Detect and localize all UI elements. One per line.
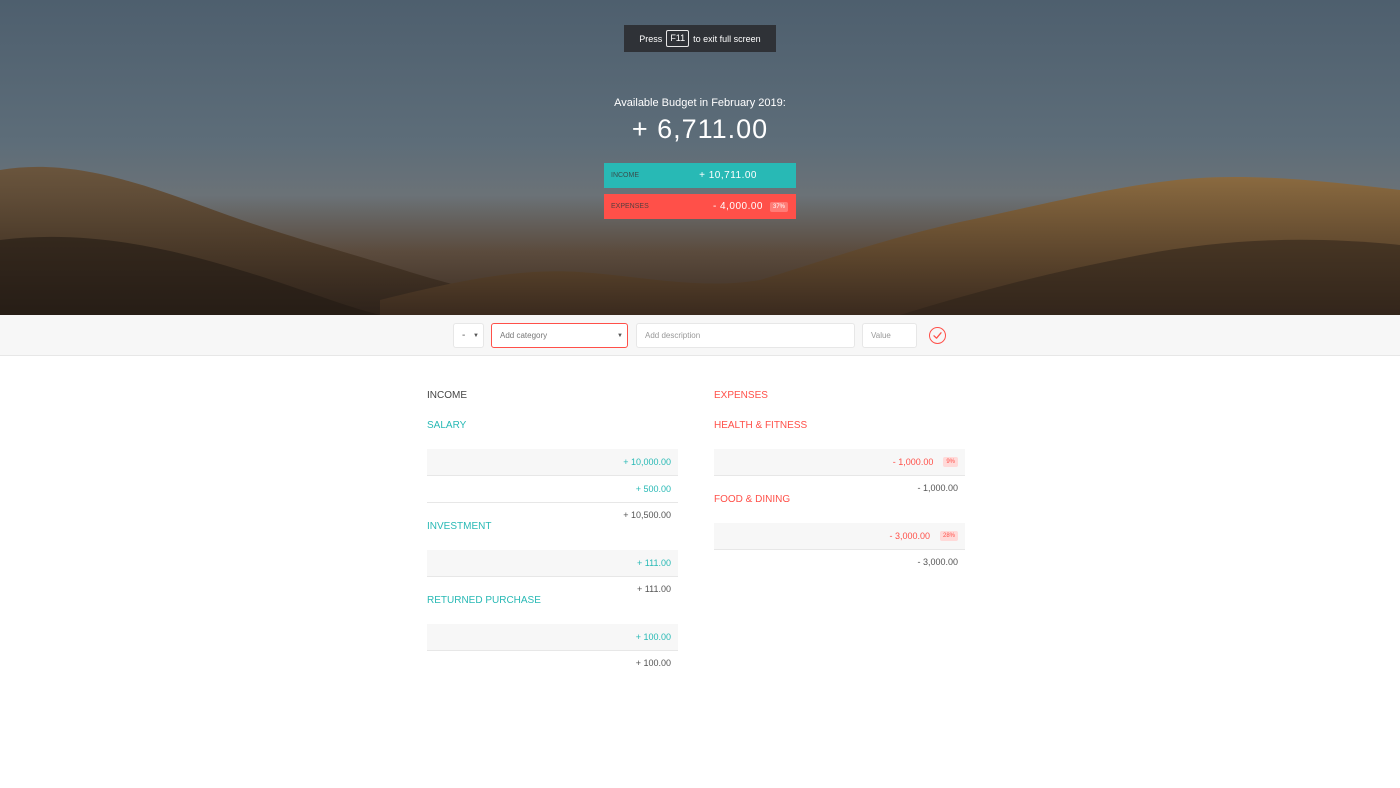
income-category-title: Returned Purchase: [427, 595, 541, 606]
budget-title: Available Budget in February 2019:: [614, 97, 786, 109]
expense-category-title: Health & Fitness: [714, 420, 808, 431]
budget-value: + 6,711.00: [631, 114, 769, 144]
category-select[interactable]: Add category ▼: [491, 323, 628, 348]
fullscreen-toast-after: to exit full screen: [693, 33, 761, 44]
income-column: Income Salary + 10,000.00 + 500.00 + 10,…: [427, 390, 678, 671]
expense-item[interactable]: - 3,000.00 28%: [714, 523, 965, 550]
income-item-value: + 100.00: [635, 632, 671, 642]
income-title: Income: [427, 390, 467, 401]
check-circle-icon: [933, 332, 942, 339]
expenses-column: Expenses Health & Fitness - 1,000.00 9% …: [714, 390, 965, 570]
chevron-down-icon: ▼: [617, 332, 623, 339]
income-item-value: + 500.00: [635, 484, 671, 494]
expense-category: Health & Fitness - 1,000.00 9% - 1,000.0…: [714, 419, 965, 496]
income-item-value: + 111.00: [637, 558, 671, 568]
expense-category: Food & Dining - 3,000.00 28% - 3,000.00: [714, 493, 965, 570]
f11-key: F11: [666, 30, 690, 47]
income-item[interactable]: + 500.00: [427, 476, 678, 503]
income-summary-value: + 10,711.00: [699, 170, 757, 181]
expenses-title: Expenses: [714, 390, 768, 401]
expense-item[interactable]: - 1,000.00 9%: [714, 449, 965, 476]
income-category-title: Investment: [427, 521, 492, 532]
expenses-summary-value: - 4,000.00: [712, 201, 763, 212]
expense-item-value: - 3,000.00: [889, 531, 930, 541]
expense-category-title: Food & Dining: [714, 494, 791, 505]
income-summary-label: Income: [611, 172, 639, 179]
type-select-value: -: [462, 330, 466, 341]
value-input[interactable]: Value: [862, 323, 917, 348]
fullscreen-toast-before: Press: [639, 33, 663, 44]
income-category: Investment + 111.00 + 111.00: [427, 520, 678, 597]
expense-item-value: - 1,000.00: [892, 457, 934, 467]
budget-header: Press F11 to exit full screen Available …: [0, 0, 1400, 315]
income-category-title: Salary: [427, 420, 467, 431]
income-item-value: + 10,000.00: [623, 457, 671, 467]
income-item[interactable]: + 111.00: [427, 550, 678, 577]
expenses-summary-label: Expenses: [611, 203, 649, 210]
add-entry-bar: - ▼ Add category ▼ Add description Value: [0, 315, 1400, 356]
description-input[interactable]: Add description: [636, 323, 855, 348]
income-category: Salary + 10,000.00 + 500.00 + 10,500.00: [427, 419, 678, 523]
income-item[interactable]: + 10,000.00: [427, 449, 678, 476]
type-select[interactable]: - ▼: [453, 323, 484, 348]
expenses-summary: Expenses - 4,000.00 37%: [604, 194, 796, 219]
expenses-summary-percentage: 37%: [769, 201, 788, 212]
expense-category-total: - 3,000.00: [917, 557, 958, 567]
expense-item-percentage: 9%: [943, 457, 958, 467]
category-select-placeholder: Add category: [500, 331, 548, 340]
income-summary: Income + 10,711.00: [604, 163, 796, 188]
expense-item-percentage: 28%: [939, 531, 958, 541]
fullscreen-toast: Press F11 to exit full screen: [624, 25, 776, 52]
income-item[interactable]: + 100.00: [427, 624, 678, 651]
add-entry-button[interactable]: [929, 327, 946, 344]
income-category-total: + 100.00: [635, 658, 671, 668]
chevron-down-icon: ▼: [473, 332, 479, 339]
income-category: Returned Purchase + 100.00 + 100.00: [427, 594, 678, 671]
